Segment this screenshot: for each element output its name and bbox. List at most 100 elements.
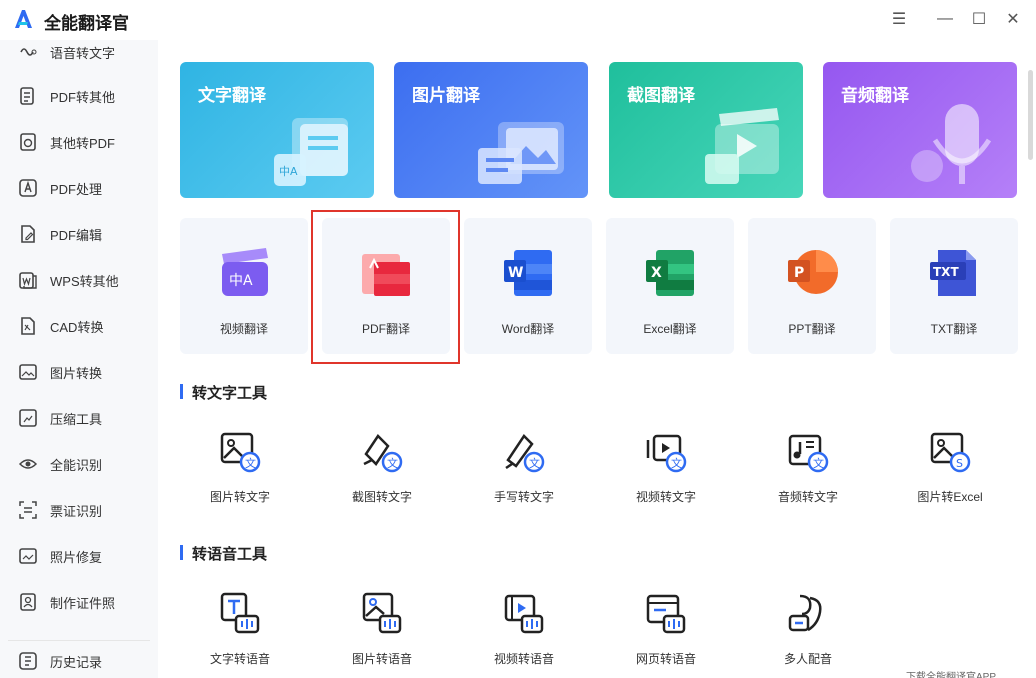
tool-image-to-excel[interactable]: S 图片转Excel	[890, 430, 1010, 530]
tool-image-to-text[interactable]: 文 图片转文字	[180, 430, 300, 530]
tool-label: 图片转文字	[209, 490, 270, 504]
tool-label: 手写转文字	[493, 490, 554, 504]
tile-word-translate[interactable]: W Word翻译	[464, 218, 592, 354]
section-title-voice-tools: 转语音工具	[192, 546, 268, 563]
card-audio-translate[interactable]: 音频翻译	[823, 62, 1017, 198]
tile-label: 视频翻译	[219, 322, 268, 336]
audio-wave-icon	[20, 48, 37, 56]
sidebar-item-label: 图片转换	[50, 365, 103, 381]
sidebar-item-wps-to-other[interactable]: WPS转其他	[0, 260, 158, 300]
tool-label: 网页转语音	[635, 652, 696, 666]
svg-text:文: 文	[387, 456, 398, 470]
close-button[interactable]: ✕	[1002, 8, 1024, 30]
download-app-link[interactable]: 下载全能翻译官APP	[906, 668, 996, 678]
card-screenshot-translate[interactable]: 截图翻译	[609, 62, 803, 198]
video-translate-icon: 中A	[222, 248, 268, 296]
tile-label: Excel翻译	[643, 322, 697, 336]
ticket-scan-icon	[19, 501, 37, 519]
pdf-convert-icon	[20, 87, 34, 105]
webpage-to-speech-icon	[646, 594, 686, 634]
tool-label: 视频转文字	[635, 490, 696, 504]
tile-label: TXT翻译	[930, 322, 978, 336]
sidebar-item-label: 其他转PDF	[50, 135, 116, 151]
wps-convert-icon	[19, 272, 37, 289]
text-to-speech-icon	[220, 592, 260, 634]
sidebar-item-pdf-edit[interactable]: PDF编辑	[0, 214, 158, 254]
svg-text:X: X	[651, 265, 662, 281]
tool-text-to-speech[interactable]: 文字转语音	[180, 592, 300, 678]
tile-excel-translate[interactable]: X Excel翻译	[606, 218, 734, 354]
sidebar-item-label: 照片修复	[50, 549, 103, 565]
scrollbar[interactable]	[1028, 70, 1033, 160]
tool-screenshot-to-text[interactable]: 文 截图转文字	[322, 430, 442, 530]
tool-label: 截图转文字	[351, 490, 412, 504]
cad-convert-icon	[21, 317, 35, 335]
card-image-translate[interactable]: 图片翻译	[394, 62, 588, 198]
tool-image-to-speech[interactable]: 图片转语音	[322, 592, 442, 678]
tool-handwriting-to-text[interactable]: 文 手写转文字	[464, 430, 584, 530]
svg-text:P: P	[794, 265, 804, 281]
excel-icon: X	[646, 250, 694, 296]
tile-txt-translate[interactable]: TXT TXT翻译	[890, 218, 1018, 354]
sidebar-item-label: CAD转换	[50, 319, 104, 335]
tool-video-to-text[interactable]: 文 视频转文字	[606, 430, 726, 530]
svg-text:中A: 中A	[229, 273, 253, 289]
tool-audio-to-text[interactable]: 文 音频转文字	[748, 430, 868, 530]
maximize-button[interactable]: ☐	[968, 8, 990, 30]
menu-button[interactable]: ☰	[888, 8, 910, 30]
tile-label: PPT翻译	[788, 322, 836, 336]
svg-text:文: 文	[671, 456, 682, 470]
tool-label: 图片转Excel	[917, 490, 983, 504]
sidebar-item-label: 票证识别	[50, 503, 103, 519]
minimize-button[interactable]: —	[934, 8, 956, 30]
eye-scan-icon	[18, 459, 38, 469]
sidebar-item-all-recognize[interactable]: 全能识别	[0, 444, 158, 484]
section-title-text-tools: 转文字工具	[192, 385, 268, 402]
sidebar-item-pdf-to-other[interactable]: PDF转其他	[0, 76, 158, 116]
sidebar-item-label: PDF编辑	[50, 227, 103, 243]
tool-multi-voice[interactable]: 多人配音	[748, 592, 868, 678]
card-label: 音频翻译	[841, 86, 909, 105]
svg-text:S: S	[956, 457, 963, 470]
card-label: 截图翻译	[627, 86, 695, 105]
card-label: 文字翻译	[198, 86, 266, 105]
audio-to-text-icon: 文	[788, 434, 829, 473]
sidebar-item-label: 历史记录	[50, 654, 103, 670]
pdf-edit-icon	[21, 225, 35, 243]
card-label: 图片翻译	[412, 86, 480, 105]
image-to-excel-icon: S	[930, 432, 971, 473]
sidebar-item-ticket-recognize[interactable]: 票证识别	[0, 490, 158, 530]
sidebar-item-label: 语音转文字	[50, 45, 116, 61]
image-to-text-icon: 文	[220, 432, 261, 473]
sidebar-item-label: 全能识别	[50, 457, 103, 473]
sidebar-item-compress[interactable]: 压缩工具	[0, 398, 158, 438]
tool-label: 多人配音	[783, 652, 832, 666]
tile-ppt-translate[interactable]: P PPT翻译	[748, 218, 876, 354]
word-icon: W	[504, 250, 552, 296]
sidebar-item-photo-repair[interactable]: 照片修复	[0, 536, 158, 576]
highlight-frame	[311, 210, 460, 364]
sidebar-item-id-photo[interactable]: 制作证件照	[0, 582, 158, 622]
sidebar: 语音转文字 PDF转其他 其他转PDF PDF处理 PDF编辑 WPS转其他 C…	[0, 40, 158, 678]
tool-label: 音频转文字	[777, 490, 838, 504]
tile-video-translate[interactable]: 中A 视频翻译	[180, 218, 308, 354]
app-title: 全能翻译官	[44, 14, 129, 33]
tool-video-to-speech[interactable]: 视频转语音	[464, 592, 584, 678]
svg-text:W: W	[508, 265, 523, 281]
sidebar-item-cad-convert[interactable]: CAD转换	[0, 306, 158, 346]
svg-text:中A: 中A	[279, 165, 298, 178]
compress-icon	[19, 409, 37, 427]
to-pdf-icon	[20, 133, 36, 151]
sidebar-item-label: PDF转其他	[50, 89, 116, 105]
sidebar-item-history[interactable]: 历史记录	[0, 641, 158, 678]
image-convert-icon	[19, 364, 37, 380]
sidebar-item-speech-to-text[interactable]: 语音转文字	[0, 32, 158, 72]
sidebar-item-other-to-pdf[interactable]: 其他转PDF	[0, 122, 158, 162]
multi-voice-icon	[788, 594, 822, 632]
sidebar-item-image-convert[interactable]: 图片转换	[0, 352, 158, 392]
pdf-process-icon	[19, 179, 37, 197]
tool-label: 图片转语音	[351, 652, 412, 666]
card-text-translate[interactable]: 中A 文字翻译	[180, 62, 374, 198]
sidebar-item-pdf-process[interactable]: PDF处理	[0, 168, 158, 208]
tool-webpage-to-speech[interactable]: 网页转语音	[606, 592, 726, 678]
